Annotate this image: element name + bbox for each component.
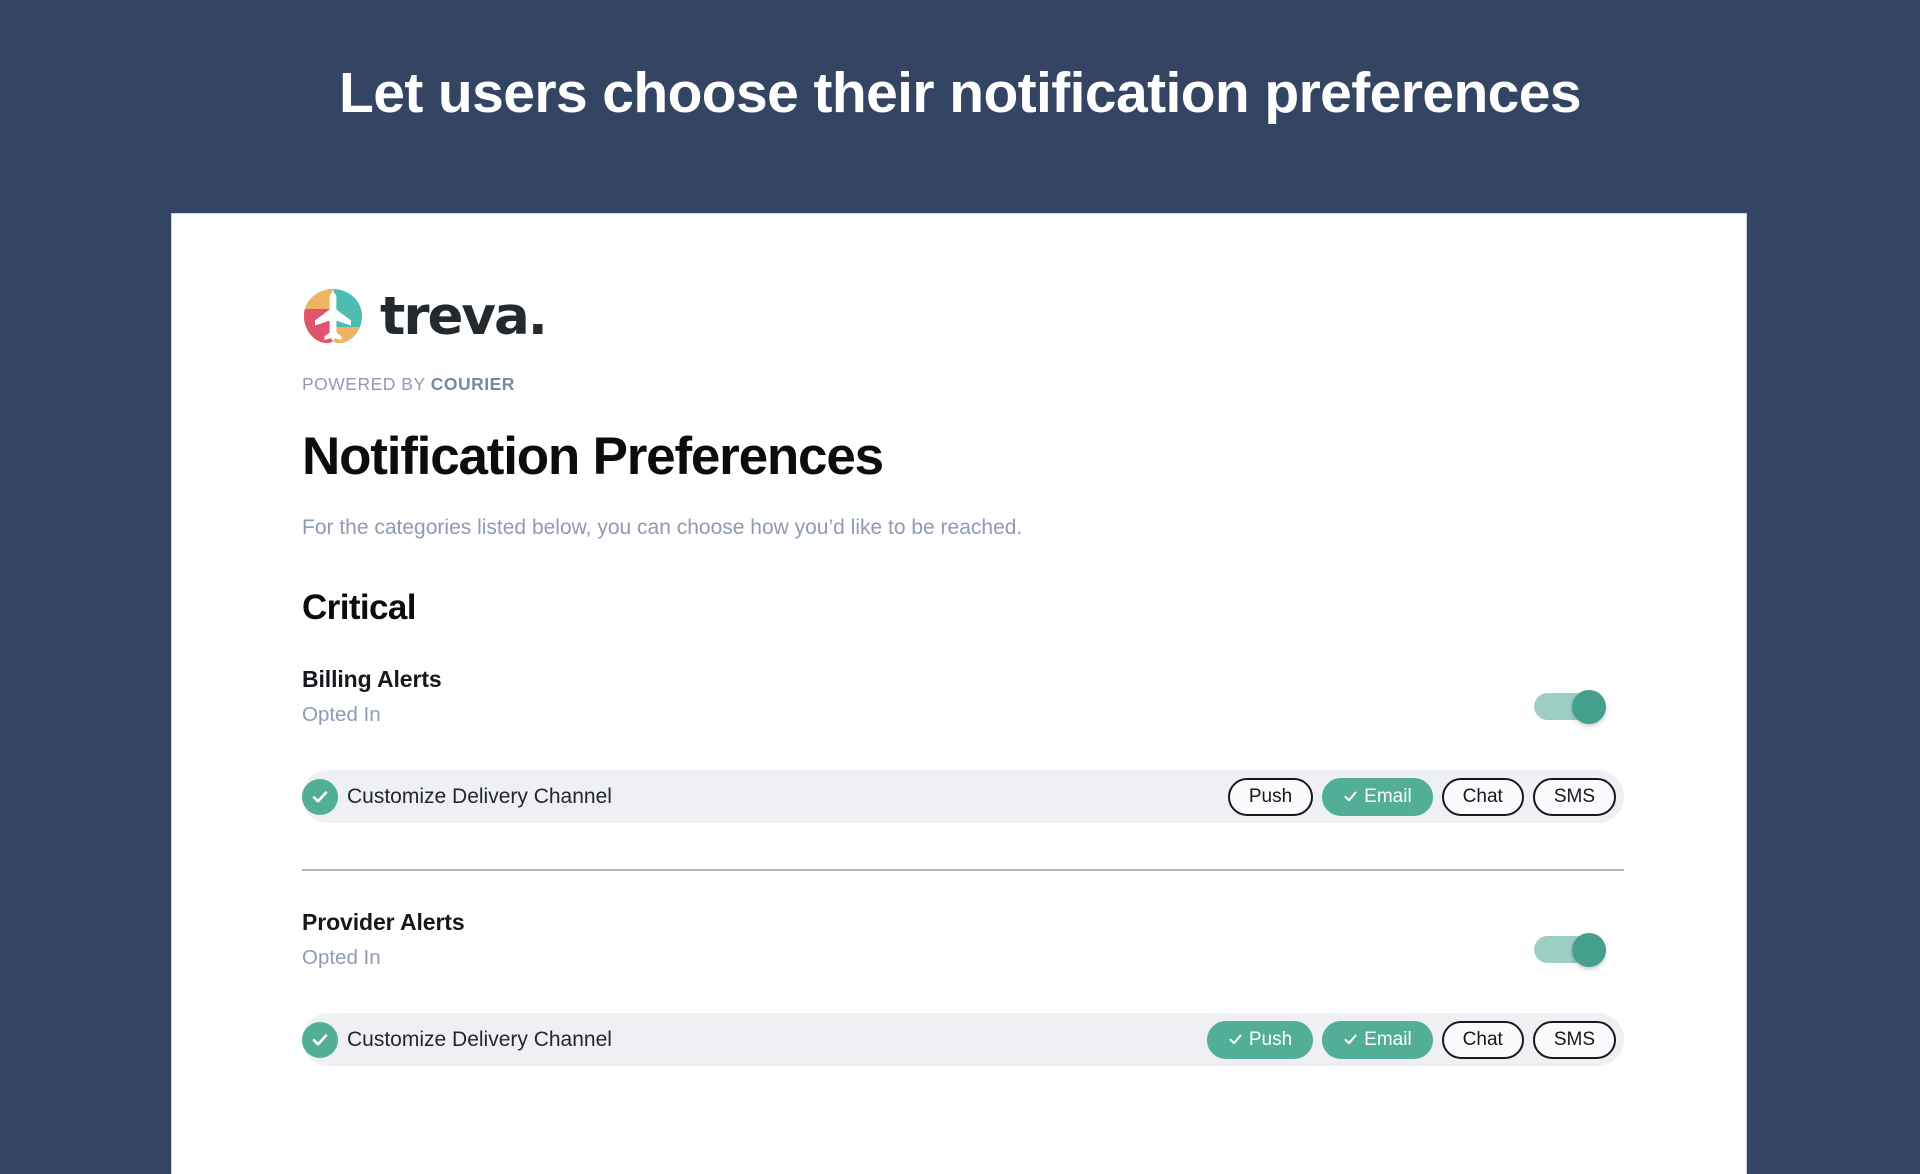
customize-delivery-channel-row[interactable]: Customize Delivery Channel Push Email Chat… bbox=[302, 1013, 1624, 1067]
preference-groups: Critical Billing Alerts Opted In Customi… bbox=[302, 588, 1624, 1067]
topic-name: Provider Alerts bbox=[302, 909, 465, 936]
channel-chip-label: SMS bbox=[1553, 785, 1595, 807]
channel-chip-sms[interactable]: SMS bbox=[1532, 1020, 1616, 1059]
topic-opt-in-toggle[interactable] bbox=[1534, 933, 1606, 968]
topic-opt-in-toggle[interactable] bbox=[1534, 690, 1606, 725]
customize-delivery-checkbox[interactable] bbox=[302, 778, 338, 815]
channel-chip-label: Chat bbox=[1462, 785, 1503, 807]
channel-chip-sms[interactable]: SMS bbox=[1532, 777, 1616, 816]
powered-by-label: POWERED BY COURIER bbox=[302, 374, 1624, 395]
customize-delivery-label: Customize Delivery Channel bbox=[347, 784, 612, 808]
channel-chip-chat[interactable]: Chat bbox=[1441, 1020, 1524, 1059]
channel-chip-group: Push Email Chat SMS bbox=[1227, 777, 1620, 816]
topic-name: Billing Alerts bbox=[302, 666, 442, 693]
page-title: Notification Preferences bbox=[302, 427, 884, 486]
group-title: Critical bbox=[302, 588, 416, 628]
preference-center-card: treva. POWERED BY COURIER Notification P… bbox=[172, 214, 1746, 1174]
brand-wordmark: treva. bbox=[380, 285, 548, 347]
page-headline: Let users choose their notification pref… bbox=[339, 61, 1582, 125]
brand-lockup: treva. bbox=[302, 284, 1624, 348]
channel-chip-label: Push bbox=[1248, 1028, 1293, 1050]
channel-chip-group: Push Email Chat SMS bbox=[1206, 1020, 1620, 1059]
section-divider bbox=[302, 869, 1624, 872]
toggle-knob[interactable] bbox=[1572, 690, 1606, 725]
powered-by-prefix: POWERED BY bbox=[302, 374, 426, 394]
channel-chip-label: Push bbox=[1248, 785, 1293, 807]
page-subtitle: For the categories listed below, you can… bbox=[302, 516, 1023, 540]
channel-chip-email[interactable]: Email bbox=[1322, 1020, 1433, 1059]
channel-chip-push[interactable]: Push bbox=[1227, 777, 1314, 816]
channel-chip-label: Email bbox=[1364, 785, 1412, 807]
channel-chip-push[interactable]: Push bbox=[1206, 1020, 1314, 1059]
channel-chip-chat[interactable]: Chat bbox=[1441, 777, 1524, 816]
channel-chip-label: SMS bbox=[1553, 1028, 1595, 1050]
topic-status: Opted In bbox=[302, 703, 381, 727]
powered-by-brand: COURIER bbox=[430, 374, 515, 394]
topic-status: Opted In bbox=[302, 946, 381, 970]
channel-chip-label: Chat bbox=[1462, 1028, 1503, 1050]
toggle-knob[interactable] bbox=[1572, 933, 1606, 968]
channel-chip-email[interactable]: Email bbox=[1322, 777, 1433, 816]
topic-header: Provider Alerts Opted In bbox=[302, 909, 1624, 987]
preference-topic: Provider Alerts Opted In Customize Deliv… bbox=[302, 909, 1624, 1067]
customize-delivery-checkbox[interactable] bbox=[302, 1021, 338, 1058]
card-content: treva. POWERED BY COURIER Notification P… bbox=[172, 214, 1746, 1067]
customize-delivery-channel-row[interactable]: Customize Delivery Channel Push Email Chat… bbox=[302, 770, 1624, 824]
treva-logo-icon bbox=[302, 287, 364, 345]
customize-delivery-label: Customize Delivery Channel bbox=[347, 1027, 612, 1051]
preference-topic: Billing Alerts Opted In Customize Delive… bbox=[302, 666, 1624, 824]
channel-chip-label: Email bbox=[1364, 1028, 1412, 1050]
topic-header: Billing Alerts Opted In bbox=[302, 666, 1624, 744]
